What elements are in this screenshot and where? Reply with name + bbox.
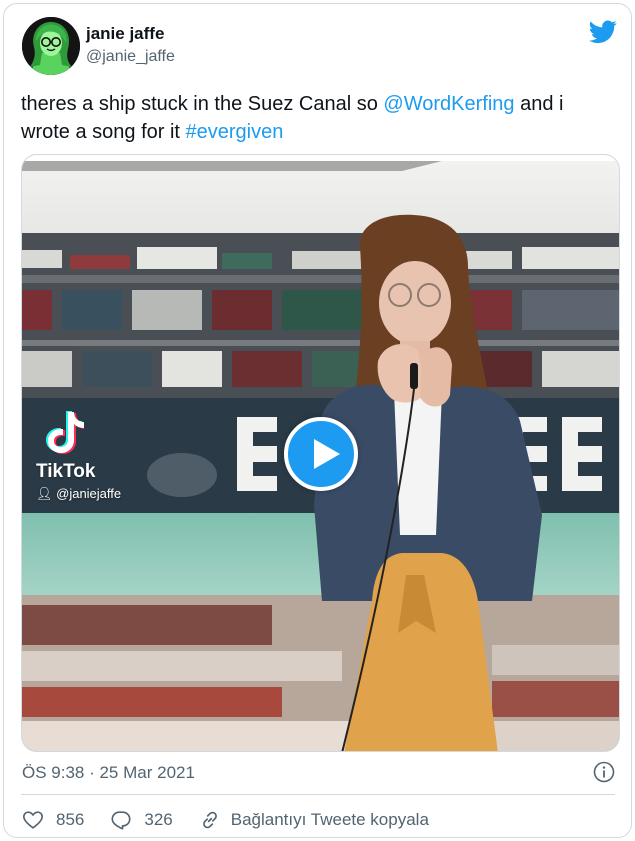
play-icon (314, 439, 340, 469)
avatar-illustration (22, 17, 80, 75)
author-handle[interactable]: @janie_jaffe (86, 46, 175, 68)
video-player[interactable]: TikTok 👤︎ @janiejaffe (21, 154, 620, 752)
like-count: 856 (56, 810, 85, 829)
tweet-text: theres a ship stuck in the Suez Canal so… (21, 90, 621, 146)
tweet-timestamp[interactable]: ÖS 9:38 · 25 Mar 2021 (22, 762, 195, 784)
twitter-bird-icon[interactable] (589, 20, 617, 44)
tiktok-username: @janiejaffe (56, 486, 122, 501)
author-block[interactable]: janie jaffe @janie_jaffe (86, 24, 175, 68)
tiktok-brand: TikTok (36, 461, 96, 482)
reply-bubble-icon (111, 811, 131, 830)
divider (21, 794, 615, 795)
like-button[interactable]: 856 (22, 809, 84, 831)
author-display-name[interactable]: janie jaffe (86, 24, 175, 44)
tiktok-user: 👤︎ @janiejaffe (36, 486, 121, 502)
tweet-card: janie jaffe @janie_jaffe theres a ship s… (3, 3, 632, 838)
link-icon (202, 811, 217, 829)
action-bar: 856 326 Bağlantıyı Tweete kopyala (22, 807, 455, 833)
reply-button[interactable]: 326 (110, 809, 173, 831)
tiktok-watermark: TikTok 👤︎ @janiejaffe (36, 410, 121, 502)
copy-link-button[interactable]: Bağlantıyı Tweete kopyala (199, 809, 429, 831)
tweet-text-part: wrote a song for it (21, 121, 186, 143)
mention-link[interactable]: @WordKerfing (383, 93, 514, 115)
avatar[interactable] (22, 17, 80, 75)
reply-count: 326 (144, 810, 173, 829)
tiktok-note-icon (46, 411, 86, 454)
copy-link-label: Bağlantıyı Tweete kopyala (230, 810, 429, 829)
info-icon[interactable] (593, 761, 615, 783)
tweet-text-part: and i (514, 93, 564, 115)
user-icon: 👤︎ (36, 486, 57, 501)
tweet-text-part: theres a ship stuck in the Suez Canal so (21, 93, 384, 115)
play-button[interactable] (284, 417, 358, 491)
hashtag-link[interactable]: #evergiven (186, 121, 284, 143)
heart-icon (23, 811, 43, 829)
